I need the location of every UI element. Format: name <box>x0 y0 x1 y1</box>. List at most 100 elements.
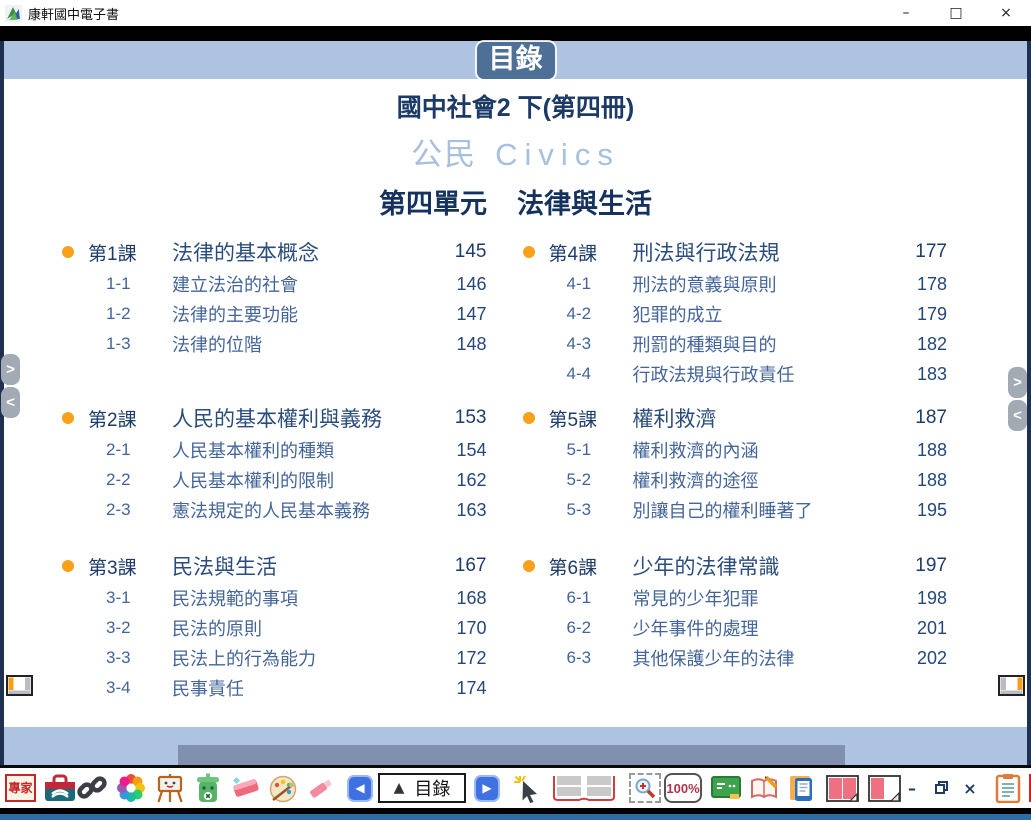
page-corner-left-icon[interactable] <box>6 675 33 696</box>
toc-sub-row[interactable]: 1-2法律的主要功能147 <box>62 299 487 329</box>
link-icon[interactable] <box>77 773 107 803</box>
toc-lesson-group: 第6課少年的法律常識1976-1常見的少年犯罪1986-2少年事件的處理2016… <box>523 549 948 673</box>
toc-lesson-label: 第4課 <box>549 239 633 266</box>
palette-icon[interactable] <box>268 773 298 803</box>
recycle-bin-icon[interactable] <box>194 773 222 803</box>
toc-lesson-row[interactable]: 第2課人民的基本權利與義務153 <box>62 401 487 435</box>
toc-lesson-row[interactable]: 第6課少年的法律常識197 <box>523 549 948 583</box>
color-wheel-icon[interactable] <box>116 773 146 803</box>
toc-sub-row[interactable]: 4-4行政法規與行政責任183 <box>523 359 948 389</box>
bottom-strip <box>0 814 1031 820</box>
toc-sub-page: 202 <box>895 648 947 669</box>
toc-sub-row[interactable]: 6-3其他保護少年的法律202 <box>523 643 948 673</box>
toc-sub-row[interactable]: 5-3別讓自己的權利睡著了195 <box>523 495 948 525</box>
header-band: 目錄 <box>0 41 1031 79</box>
toc-sub-label: 6-1 <box>567 588 633 608</box>
toc-sub-row[interactable]: 3-4民事責任174 <box>62 673 487 703</box>
toc-lesson-group: 第2課人民的基本權利與義務1532-1人民基本權利的種類1542-2人民基本權利… <box>62 401 487 525</box>
toolbar-restore-icon[interactable] <box>935 781 949 795</box>
expert-mode-left-button[interactable]: 專家 <box>5 774 36 802</box>
toc-sub-label: 3-2 <box>106 618 172 638</box>
minimize-button[interactable]: – <box>881 5 931 21</box>
toc-sub-label: 6-3 <box>567 648 633 668</box>
toc-sub-row[interactable]: 6-2少年事件的處理201 <box>523 613 948 643</box>
toc-sub-row[interactable]: 4-2犯罪的成立179 <box>523 299 948 329</box>
toc-sub-row[interactable]: 5-1權利救濟的內涵188 <box>523 435 948 465</box>
toc-sub-label: 2-3 <box>106 500 172 520</box>
toc-sub-label: 4-2 <box>567 304 633 324</box>
toc-sub-label: 4-4 <box>567 364 633 384</box>
toc-lesson-row[interactable]: 第4課刑法與行政法規177 <box>523 235 948 269</box>
toc-sub-label: 5-3 <box>567 500 633 520</box>
prev-page-button[interactable]: ◀ <box>347 775 373 802</box>
eraser-icon[interactable] <box>231 774 261 802</box>
nav-back-left-button[interactable]: < <box>1 387 20 418</box>
toc-sub-label: 5-2 <box>567 470 633 490</box>
app-logo-icon <box>5 5 22 22</box>
two-page-view-icon[interactable] <box>826 775 859 802</box>
nav-forward-left-button[interactable]: > <box>1 354 20 385</box>
toc-lesson-group: 第1課法律的基本概念1451-1建立法治的社會1461-2法律的主要功能1471… <box>62 235 487 359</box>
marker-icon[interactable] <box>305 774 335 802</box>
toc-sub-row[interactable]: 3-3民法上的行為能力172 <box>62 643 487 673</box>
chalkboard-icon[interactable] <box>711 775 741 801</box>
toc-sub-row[interactable]: 5-2權利救濟的途徑188 <box>523 465 948 495</box>
toc-lesson-page: 177 <box>895 241 947 263</box>
page-select-box[interactable]: ▲ 目錄 <box>378 773 466 803</box>
toc-lesson-group: 第4課刑法與行政法規1774-1刑法的意義與原則1784-2犯罪的成立1794-… <box>523 235 948 389</box>
open-book-icon[interactable] <box>551 772 617 804</box>
toc-sub-title: 常見的少年犯罪 <box>633 585 896 611</box>
toc-lesson-label: 第5課 <box>549 405 633 432</box>
toc-sub-title: 刑法的意義與原則 <box>633 271 896 297</box>
toc-sub-label: 2-2 <box>106 470 172 490</box>
toc-sub-row[interactable]: 6-1常見的少年犯罪198 <box>523 583 948 613</box>
tablet-ebook-icon[interactable] <box>787 773 815 803</box>
toc-sub-title: 少年事件的處理 <box>633 615 896 641</box>
toc-sub-row[interactable]: 2-2人民基本權利的限制162 <box>62 465 487 495</box>
easel-icon[interactable] <box>155 773 185 803</box>
page-corner-right-icon[interactable] <box>998 675 1025 696</box>
nav-forward-right-button[interactable]: > <box>1008 367 1027 398</box>
zoom-level-button[interactable]: 100% <box>664 773 702 803</box>
toc-sub-row[interactable]: 2-1人民基本權利的種類154 <box>62 435 487 465</box>
toolbox-icon[interactable] <box>43 773 77 803</box>
maximize-button[interactable]: □ <box>931 5 981 21</box>
unit-name: 法律與生活 <box>517 189 652 219</box>
toc-lesson-row[interactable]: 第1課法律的基本概念145 <box>62 235 487 269</box>
toc-sub-title: 權利救濟的途徑 <box>633 467 896 493</box>
toc-lesson-row[interactable]: 第5課權利救濟187 <box>523 401 948 435</box>
toc-sub-label: 3-3 <box>106 648 172 668</box>
toolbar-minimize-button[interactable]: – <box>901 779 923 798</box>
unit-label: 第四單元 <box>379 189 487 219</box>
toc-sub-row[interactable]: 1-1建立法治的社會146 <box>62 269 487 299</box>
toc-lesson-row[interactable]: 第3課民法與生活167 <box>62 549 487 583</box>
toc-sub-label: 4-1 <box>567 274 633 294</box>
toolbar-close-button[interactable]: × <box>959 779 981 798</box>
toc-sub-row[interactable]: 4-3刑罰的種類與目的182 <box>523 329 948 359</box>
cursor-tool-icon[interactable] <box>512 773 542 803</box>
toc-sub-page: 201 <box>895 618 947 639</box>
toc-sub-row[interactable]: 2-3憲法規定的人民基本義務163 <box>62 495 487 525</box>
toc-column-1: 第4課刑法與行政法規1774-1刑法的意義與原則1784-2犯罪的成立1794-… <box>523 235 948 703</box>
workbook-pencil-icon[interactable] <box>749 774 779 802</box>
toc-lesson-page: 187 <box>895 407 947 429</box>
single-page-view-icon[interactable] <box>868 775 901 802</box>
next-page-button[interactable]: ▶ <box>474 775 500 802</box>
toc-sub-row[interactable]: 3-2民法的原則170 <box>62 613 487 643</box>
toc-sub-title: 法律的主要功能 <box>172 301 435 327</box>
bullet-icon <box>62 412 74 424</box>
toc-lesson-label: 第2課 <box>88 405 172 432</box>
toc-sub-page: 170 <box>435 618 487 639</box>
nav-back-right-button[interactable]: < <box>1008 400 1027 431</box>
toc-sub-row[interactable]: 3-1民法規範的事項168 <box>62 583 487 613</box>
toc-sub-row[interactable]: 1-3法律的位階148 <box>62 329 487 359</box>
zoom-tool-icon[interactable] <box>629 773 661 803</box>
toc-sub-title: 別讓自己的權利睡著了 <box>633 497 896 523</box>
toc-sub-row[interactable]: 4-1刑法的意義與原則178 <box>523 269 948 299</box>
toc-lesson-title: 權利救濟 <box>633 403 896 433</box>
close-button[interactable]: × <box>981 5 1031 21</box>
clipboard-list-icon[interactable] <box>995 773 1021 803</box>
window-title: 康軒國中電子書 <box>28 4 119 23</box>
subject-zh: 公民 <box>411 137 477 172</box>
unit-title: 第四單元法律與生活 <box>0 182 1031 221</box>
